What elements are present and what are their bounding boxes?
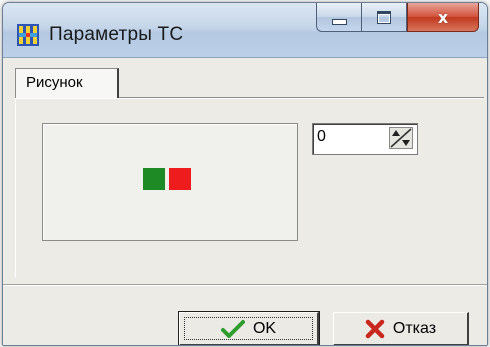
window-controls: x bbox=[316, 3, 479, 33]
maximize-icon bbox=[377, 10, 391, 24]
window-title: Параметры ТС bbox=[49, 24, 184, 45]
picture-preview bbox=[42, 123, 298, 241]
spinner-value[interactable]: 0 bbox=[317, 128, 326, 146]
maximize-button[interactable] bbox=[361, 3, 407, 32]
spinner-arrows-icon[interactable] bbox=[389, 127, 413, 149]
focus-rectangle bbox=[184, 317, 313, 340]
dialog-window: Параметры ТС x Рисунок 0 OK Отказ bbox=[2, 2, 488, 346]
tab-panel-picture: 0 bbox=[15, 98, 484, 277]
cancel-label: Отказ bbox=[392, 319, 437, 337]
minimize-button[interactable] bbox=[316, 3, 361, 32]
cancel-button[interactable]: Отказ bbox=[333, 312, 469, 345]
dialog-content: Рисунок 0 OK Отказ bbox=[3, 58, 487, 345]
cross-icon bbox=[365, 319, 385, 339]
title-bar[interactable]: Параметры ТС x bbox=[3, 3, 487, 58]
value-spinner[interactable]: 0 bbox=[312, 123, 418, 155]
minimize-icon bbox=[331, 19, 347, 25]
close-icon: x bbox=[437, 7, 449, 27]
grid-app-icon bbox=[17, 24, 39, 46]
red-square bbox=[169, 168, 191, 190]
tab-picture[interactable]: Рисунок bbox=[15, 68, 119, 98]
close-button[interactable]: x bbox=[407, 3, 479, 32]
green-square bbox=[143, 168, 165, 190]
button-separator bbox=[3, 284, 487, 286]
ok-button[interactable]: OK bbox=[178, 311, 320, 345]
